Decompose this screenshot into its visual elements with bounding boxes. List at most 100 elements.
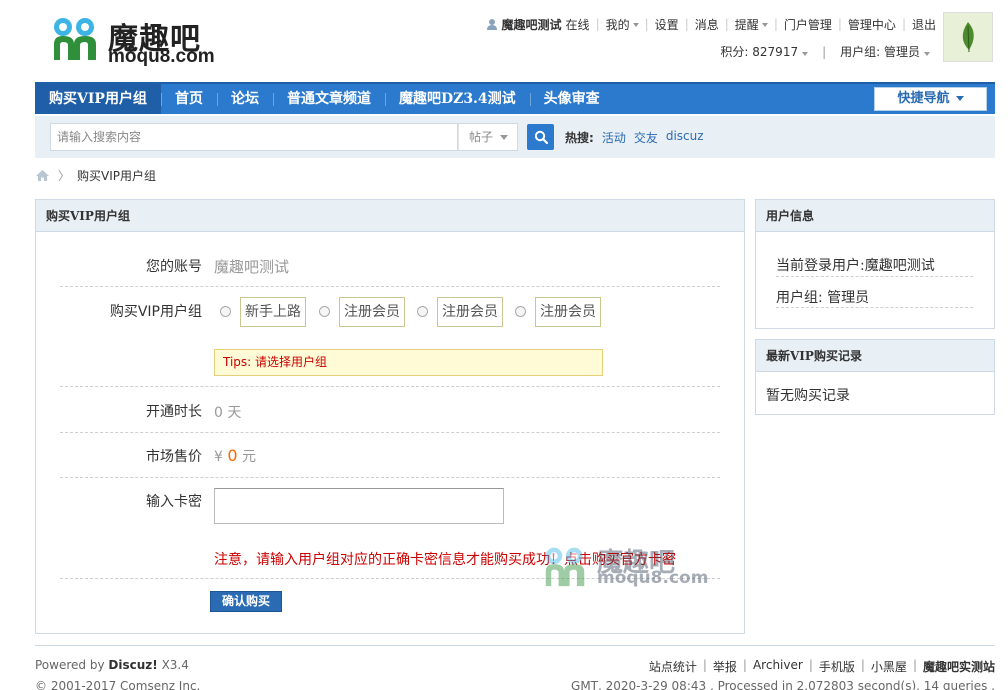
search-bar: 请输入搜索内容 帖子 热搜: 活动 交友 discuz: [35, 116, 995, 158]
group-option[interactable]: 注册会员: [437, 297, 503, 327]
my-menu[interactable]: 我的: [606, 16, 639, 33]
divider: [60, 286, 720, 287]
price-currency: ¥: [214, 449, 223, 465]
divider: |: [644, 17, 649, 31]
footer-links: 站点统计 | 举报 | Archiver | 手机版 | 小黑屋 | 魔趣吧实测…: [649, 658, 995, 675]
divider: |: [901, 17, 906, 31]
search-icon: [534, 130, 548, 144]
group-label: 购买VIP用户组: [109, 304, 202, 320]
no-records-text: 暂无购买记录: [766, 388, 850, 404]
chevron-down-icon: [802, 52, 809, 56]
home-icon[interactable]: [35, 169, 50, 182]
chevron-down-icon: [632, 23, 639, 27]
credits-menu[interactable]: 积分: 827917: [720, 43, 809, 60]
group-option[interactable]: 注册会员: [535, 297, 601, 327]
credits-label: 积分: 827917: [720, 45, 799, 59]
hot-word-link[interactable]: discuz: [666, 129, 704, 146]
user-icon: [486, 19, 497, 30]
divider: |: [684, 17, 689, 31]
usergroup-label: 用户组: 管理员: [840, 45, 920, 59]
group-radio[interactable]: [319, 306, 330, 317]
divider: [60, 386, 720, 387]
account-label: 您的账号: [146, 259, 202, 275]
admin-center-link[interactable]: 管理中心: [848, 16, 896, 33]
footer-link-report[interactable]: 举报: [713, 658, 737, 675]
footer-link-stats[interactable]: 站点统计: [649, 658, 697, 675]
price-value: ¥ 0 元: [214, 446, 256, 466]
logout-link[interactable]: 退出: [912, 16, 936, 33]
group-option[interactable]: 注册会员: [339, 297, 405, 327]
nav-item-home[interactable]: 首页: [160, 84, 217, 114]
nav-item-buy-vip[interactable]: 购买VIP用户组: [35, 84, 161, 114]
hot-word-link[interactable]: 活动: [602, 129, 626, 146]
user-info-title: 用户信息: [756, 200, 994, 232]
breadcrumb-current[interactable]: 购买VIP用户组: [77, 167, 156, 184]
powered-by: Powered by Discuz! X3.4: [35, 658, 189, 672]
group-radio[interactable]: [515, 306, 526, 317]
vip-records-box: 最新VIP购买记录 暂无购买记录: [755, 339, 995, 415]
card-key-input[interactable]: [214, 488, 504, 524]
quick-nav-button[interactable]: 快捷导航: [874, 87, 987, 111]
nav-item-forum[interactable]: 论坛: [216, 84, 273, 114]
search-input[interactable]: 请输入搜索内容: [50, 123, 458, 151]
moqu-logo-icon: [54, 18, 96, 60]
discuz-link[interactable]: Discuz!: [108, 658, 157, 672]
divider: |: [912, 658, 917, 672]
breadcrumb: 〉 购买VIP用户组: [35, 167, 156, 183]
user-group-text: 用户组: 管理员: [776, 290, 870, 306]
chevron-right-icon: 〉: [58, 168, 71, 183]
reminder-menu[interactable]: 提醒: [735, 16, 768, 33]
my-menu-label: 我的: [605, 17, 630, 32]
footer-link-site[interactable]: 魔趣吧实测站: [923, 658, 995, 675]
user-infobar: 积分: 827917 | 用户组: 管理员: [720, 43, 930, 60]
copyright-text: © 2001-2017 Comsenz Inc.: [35, 679, 201, 690]
moqu-logo-icon: [545, 547, 585, 587]
search-button[interactable]: [527, 124, 554, 150]
watermark: 魔趣吧 moqu8.com: [543, 542, 708, 590]
nav-item-dz-test[interactable]: 魔趣吧DZ3.4测试: [384, 84, 530, 114]
gmt-processed-text: GMT, 2020-3-29 08:43 , Processed in 2.07…: [571, 679, 995, 690]
group-option[interactable]: 新手上路: [240, 297, 306, 327]
search-type-label: 帖子: [469, 130, 494, 144]
duration-value: 0 天: [214, 405, 242, 421]
search-type-select[interactable]: 帖子: [458, 123, 518, 151]
divider: |: [724, 17, 729, 31]
portal-admin-link[interactable]: 门户管理: [784, 16, 832, 33]
divider: |: [808, 658, 813, 672]
chevron-down-icon: [761, 23, 768, 27]
group-radio[interactable]: [417, 306, 428, 317]
avatar[interactable]: [943, 12, 993, 62]
username-link[interactable]: 魔趣吧测试: [502, 16, 562, 33]
confirm-buy-button[interactable]: 确认购买: [210, 591, 282, 612]
quick-nav-label: 快捷导航: [897, 91, 950, 106]
powered-prefix: Powered by: [35, 658, 105, 672]
usergroup-menu[interactable]: 用户组: 管理员: [840, 43, 930, 60]
chevron-down-icon: [500, 135, 508, 140]
divider: |: [822, 44, 827, 59]
vip-records-title: 最新VIP购买记录: [756, 340, 994, 372]
panel-title: 购买VIP用户组: [36, 200, 744, 232]
site-logo[interactable]: 魔趣吧 moqu8.com: [52, 14, 222, 67]
nav-item-articles[interactable]: 普通文章频道: [272, 84, 385, 114]
footer-link-mobile[interactable]: 手机版: [819, 658, 855, 675]
online-status: 在线: [565, 17, 590, 32]
chevron-down-icon: [924, 52, 930, 56]
nav-item-avatar-review[interactable]: 头像审查: [529, 84, 614, 114]
divider: [60, 477, 720, 478]
divider: [60, 432, 720, 433]
hot-word-link[interactable]: 交友: [634, 129, 658, 146]
divider: |: [773, 17, 778, 31]
chevron-down-icon: [955, 96, 964, 101]
footer-link-archiver[interactable]: Archiver: [753, 658, 803, 675]
divider: [776, 276, 973, 277]
price-label: 市场售价: [146, 449, 202, 465]
settings-link[interactable]: 设置: [655, 16, 679, 33]
group-radio[interactable]: [220, 306, 231, 317]
messages-link[interactable]: 消息: [695, 16, 719, 33]
watermark-text-en: moqu8.com: [597, 568, 709, 588]
divider: |: [702, 658, 707, 672]
divider: |: [860, 658, 865, 672]
account-value: 魔趣吧测试: [214, 258, 290, 276]
footer-link-blackroom[interactable]: 小黑屋: [871, 658, 907, 675]
divider: [35, 645, 995, 646]
